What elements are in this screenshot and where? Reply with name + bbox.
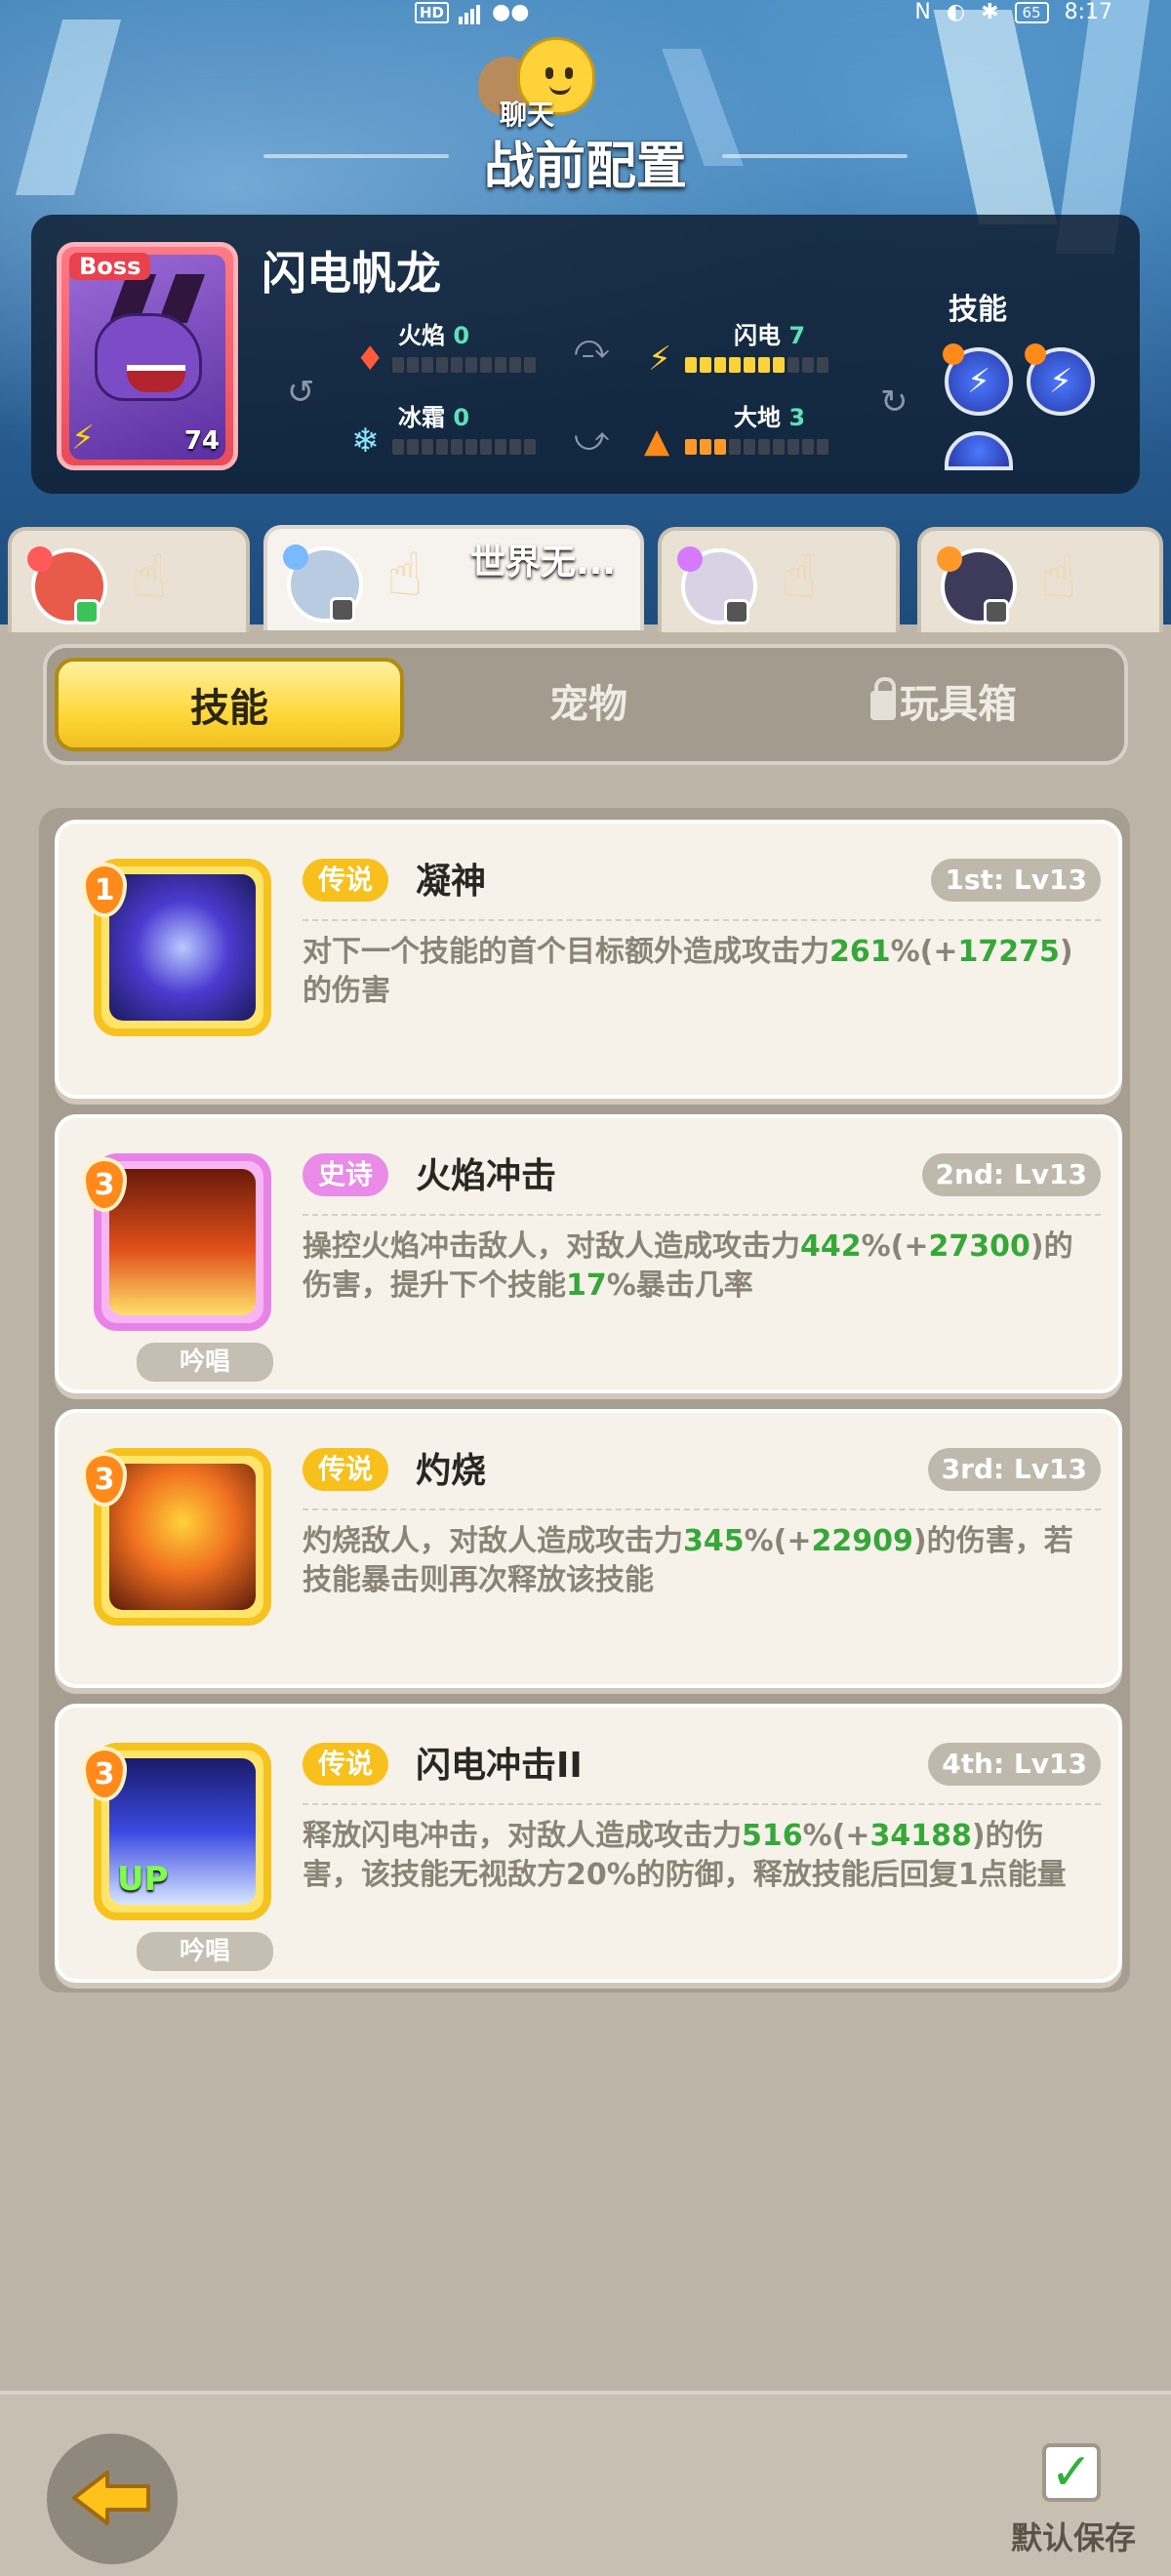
skill-level: 2nd: Lv13 bbox=[921, 1153, 1101, 1196]
skill-description: 释放闪电冲击，对敌人造成攻击力516%(+34188)的伤害，该技能无视敌方20… bbox=[303, 1819, 1067, 1892]
network-label: HD bbox=[415, 1, 450, 23]
divider bbox=[303, 919, 1101, 921]
skill-card[interactable]: 3 吟唱 史诗 火焰冲击 2nd: Lv13 操控火焰冲击敌人，对敌人造成攻击力… bbox=[55, 1114, 1122, 1393]
skill-card[interactable]: 3 传说 灼烧 3rd: Lv13 灼烧敌人，对敌人造成攻击力345%(+229… bbox=[55, 1409, 1122, 1688]
rarity-badge: 传说 bbox=[303, 1448, 389, 1491]
skill-level: 3rd: Lv13 bbox=[927, 1448, 1101, 1491]
clock: 8:17 bbox=[1064, 0, 1112, 24]
snowflake-icon: ❄ bbox=[351, 422, 380, 461]
boss-skill-partial-icon[interactable] bbox=[945, 431, 1013, 470]
element-earth-label: 大地 3 bbox=[734, 404, 806, 431]
mute-icon: ◐ bbox=[946, 0, 966, 24]
fire-meter bbox=[392, 357, 536, 373]
swap-arrow-icon: ↻ bbox=[880, 382, 909, 422]
signal-icon bbox=[459, 0, 482, 24]
skill-description: 对下一个技能的首个目标额外造成攻击力261%(+17275)的伤害 bbox=[303, 935, 1073, 1008]
hand-icon: ☝ bbox=[781, 541, 818, 612]
skill-list: 1 传说 凝神 1st: Lv13 对下一个技能的首个目标额外造成攻击力261%… bbox=[39, 808, 1130, 1992]
hero-name: 世界无... bbox=[470, 543, 617, 583]
skill-card[interactable]: UP 3 吟唱 传说 闪电冲击II 4th: Lv13 释放闪电冲击，对敌人造成… bbox=[55, 1704, 1122, 1983]
tab-skills[interactable]: 技能 bbox=[55, 658, 404, 751]
status-bar: HD ●● N ◐ ✱ 65 8:17 bbox=[0, 0, 1171, 33]
skill-description: 灼烧敌人，对敌人造成攻击力345%(+22909)的伤害，若技能暴击则再次释放该… bbox=[303, 1524, 1073, 1597]
skill-name: 闪电冲击II bbox=[416, 1746, 583, 1786]
earth-meter bbox=[685, 439, 828, 455]
controller-badge-icon bbox=[330, 597, 355, 623]
boss-skill-lightning-icon[interactable]: ⚡ bbox=[943, 343, 1013, 416]
element-ice-label: 冰霜 0 bbox=[398, 404, 470, 431]
hero-tab-2[interactable]: ☝ 世界无... bbox=[263, 525, 644, 630]
tab-pets[interactable]: 宠物 bbox=[414, 658, 763, 751]
swap-arrow-icon: ↺ bbox=[287, 373, 315, 412]
skill-name: 灼烧 bbox=[416, 1451, 487, 1491]
hand-icon: ☝ bbox=[386, 539, 424, 610]
bluetooth-icon: ✱ bbox=[981, 0, 999, 24]
element-lightning-label: 闪电 7 bbox=[734, 322, 806, 349]
default-save-checkbox[interactable]: ✓ bbox=[1042, 2443, 1101, 2502]
hand-icon: ☝ bbox=[131, 541, 168, 612]
fire-element-icon bbox=[27, 546, 53, 572]
skill-level: 4th: Lv13 bbox=[928, 1743, 1101, 1786]
lock-icon bbox=[870, 677, 896, 720]
skill-card[interactable]: 1 传说 凝神 1st: Lv13 对下一个技能的首个目标额外造成攻击力261%… bbox=[55, 820, 1122, 1099]
boss-portrait[interactable]: Boss ⚡ 74 bbox=[57, 242, 238, 470]
fire-icon: ♦ bbox=[355, 340, 385, 379]
wechat-icon: ●● bbox=[492, 0, 530, 24]
chant-badge: 吟唱 bbox=[137, 1343, 273, 1382]
lightning-element-icon: ⚡ bbox=[71, 419, 95, 458]
swap-arrow-icon: ⤻ bbox=[574, 420, 610, 459]
boss-tag: Boss bbox=[69, 253, 151, 280]
upgrade-label: UP bbox=[117, 1860, 169, 1899]
section-tabs: 技能 宠物 玩具箱 bbox=[43, 644, 1128, 765]
hero-tab-1[interactable]: ☝ bbox=[8, 527, 250, 632]
earth-icon: ▲ bbox=[644, 422, 670, 461]
boss-name: 闪电帆龙 bbox=[262, 247, 441, 300]
boss-skill-lightning-strike-icon[interactable]: ⚡ bbox=[1025, 343, 1095, 416]
rarity-badge: 传说 bbox=[303, 859, 389, 902]
ice-meter bbox=[392, 439, 536, 455]
swap-arrow-icon: ⤼ bbox=[574, 328, 610, 367]
rarity-badge: 传说 bbox=[303, 1743, 389, 1786]
chat-button[interactable]: 聊天 bbox=[478, 37, 605, 131]
ice-element-icon bbox=[283, 544, 308, 570]
back-button[interactable] bbox=[47, 2434, 178, 2564]
divider bbox=[303, 1803, 1101, 1805]
tab-toybox[interactable]: 玩具箱 bbox=[769, 658, 1118, 751]
controller-badge-icon bbox=[984, 599, 1009, 624]
boss-level: 74 bbox=[183, 426, 220, 456]
skill-level: 1st: Lv13 bbox=[931, 859, 1101, 902]
boss-skills-label: 技能 bbox=[949, 293, 1007, 327]
boss-panel: Boss ⚡ 74 闪电帆龙 火焰 0 ♦ 冰霜 0 ❄ 闪电 7 ⚡ 大地 3… bbox=[31, 215, 1140, 494]
back-arrow-icon bbox=[72, 2471, 150, 2525]
hand-icon: ☝ bbox=[1040, 541, 1077, 612]
bottom-bar: ✓ 默认保存 bbox=[0, 2391, 1171, 2576]
skill-description: 操控火焰冲击敌人，对敌人造成攻击力442%(+27300)的伤害，提升下个技能1… bbox=[303, 1229, 1073, 1303]
default-save-label: 默认保存 bbox=[1011, 2519, 1137, 2556]
nfc-icon: N bbox=[914, 0, 931, 24]
battery-icon: 65 bbox=[1014, 1, 1049, 23]
earth-element-icon bbox=[937, 546, 962, 572]
hero-tab-3[interactable]: ☝ bbox=[658, 527, 900, 632]
lightning-icon: ⚡ bbox=[648, 340, 671, 379]
skill-name: 火焰冲击 bbox=[416, 1156, 557, 1196]
hero-tab-4[interactable]: ☝ bbox=[917, 527, 1163, 632]
element-fire-label: 火焰 0 bbox=[398, 322, 470, 349]
poison-element-icon bbox=[677, 546, 703, 572]
rarity-badge: 史诗 bbox=[303, 1153, 389, 1196]
skill-name: 凝神 bbox=[416, 862, 487, 902]
controller-badge-icon bbox=[724, 599, 749, 624]
divider bbox=[303, 1509, 1101, 1510]
divider bbox=[303, 1214, 1101, 1216]
chat-badge-icon bbox=[74, 599, 100, 624]
lightning-meter bbox=[685, 357, 828, 373]
chant-badge: 吟唱 bbox=[137, 1932, 273, 1971]
page-title: 战前配置 bbox=[483, 138, 687, 196]
